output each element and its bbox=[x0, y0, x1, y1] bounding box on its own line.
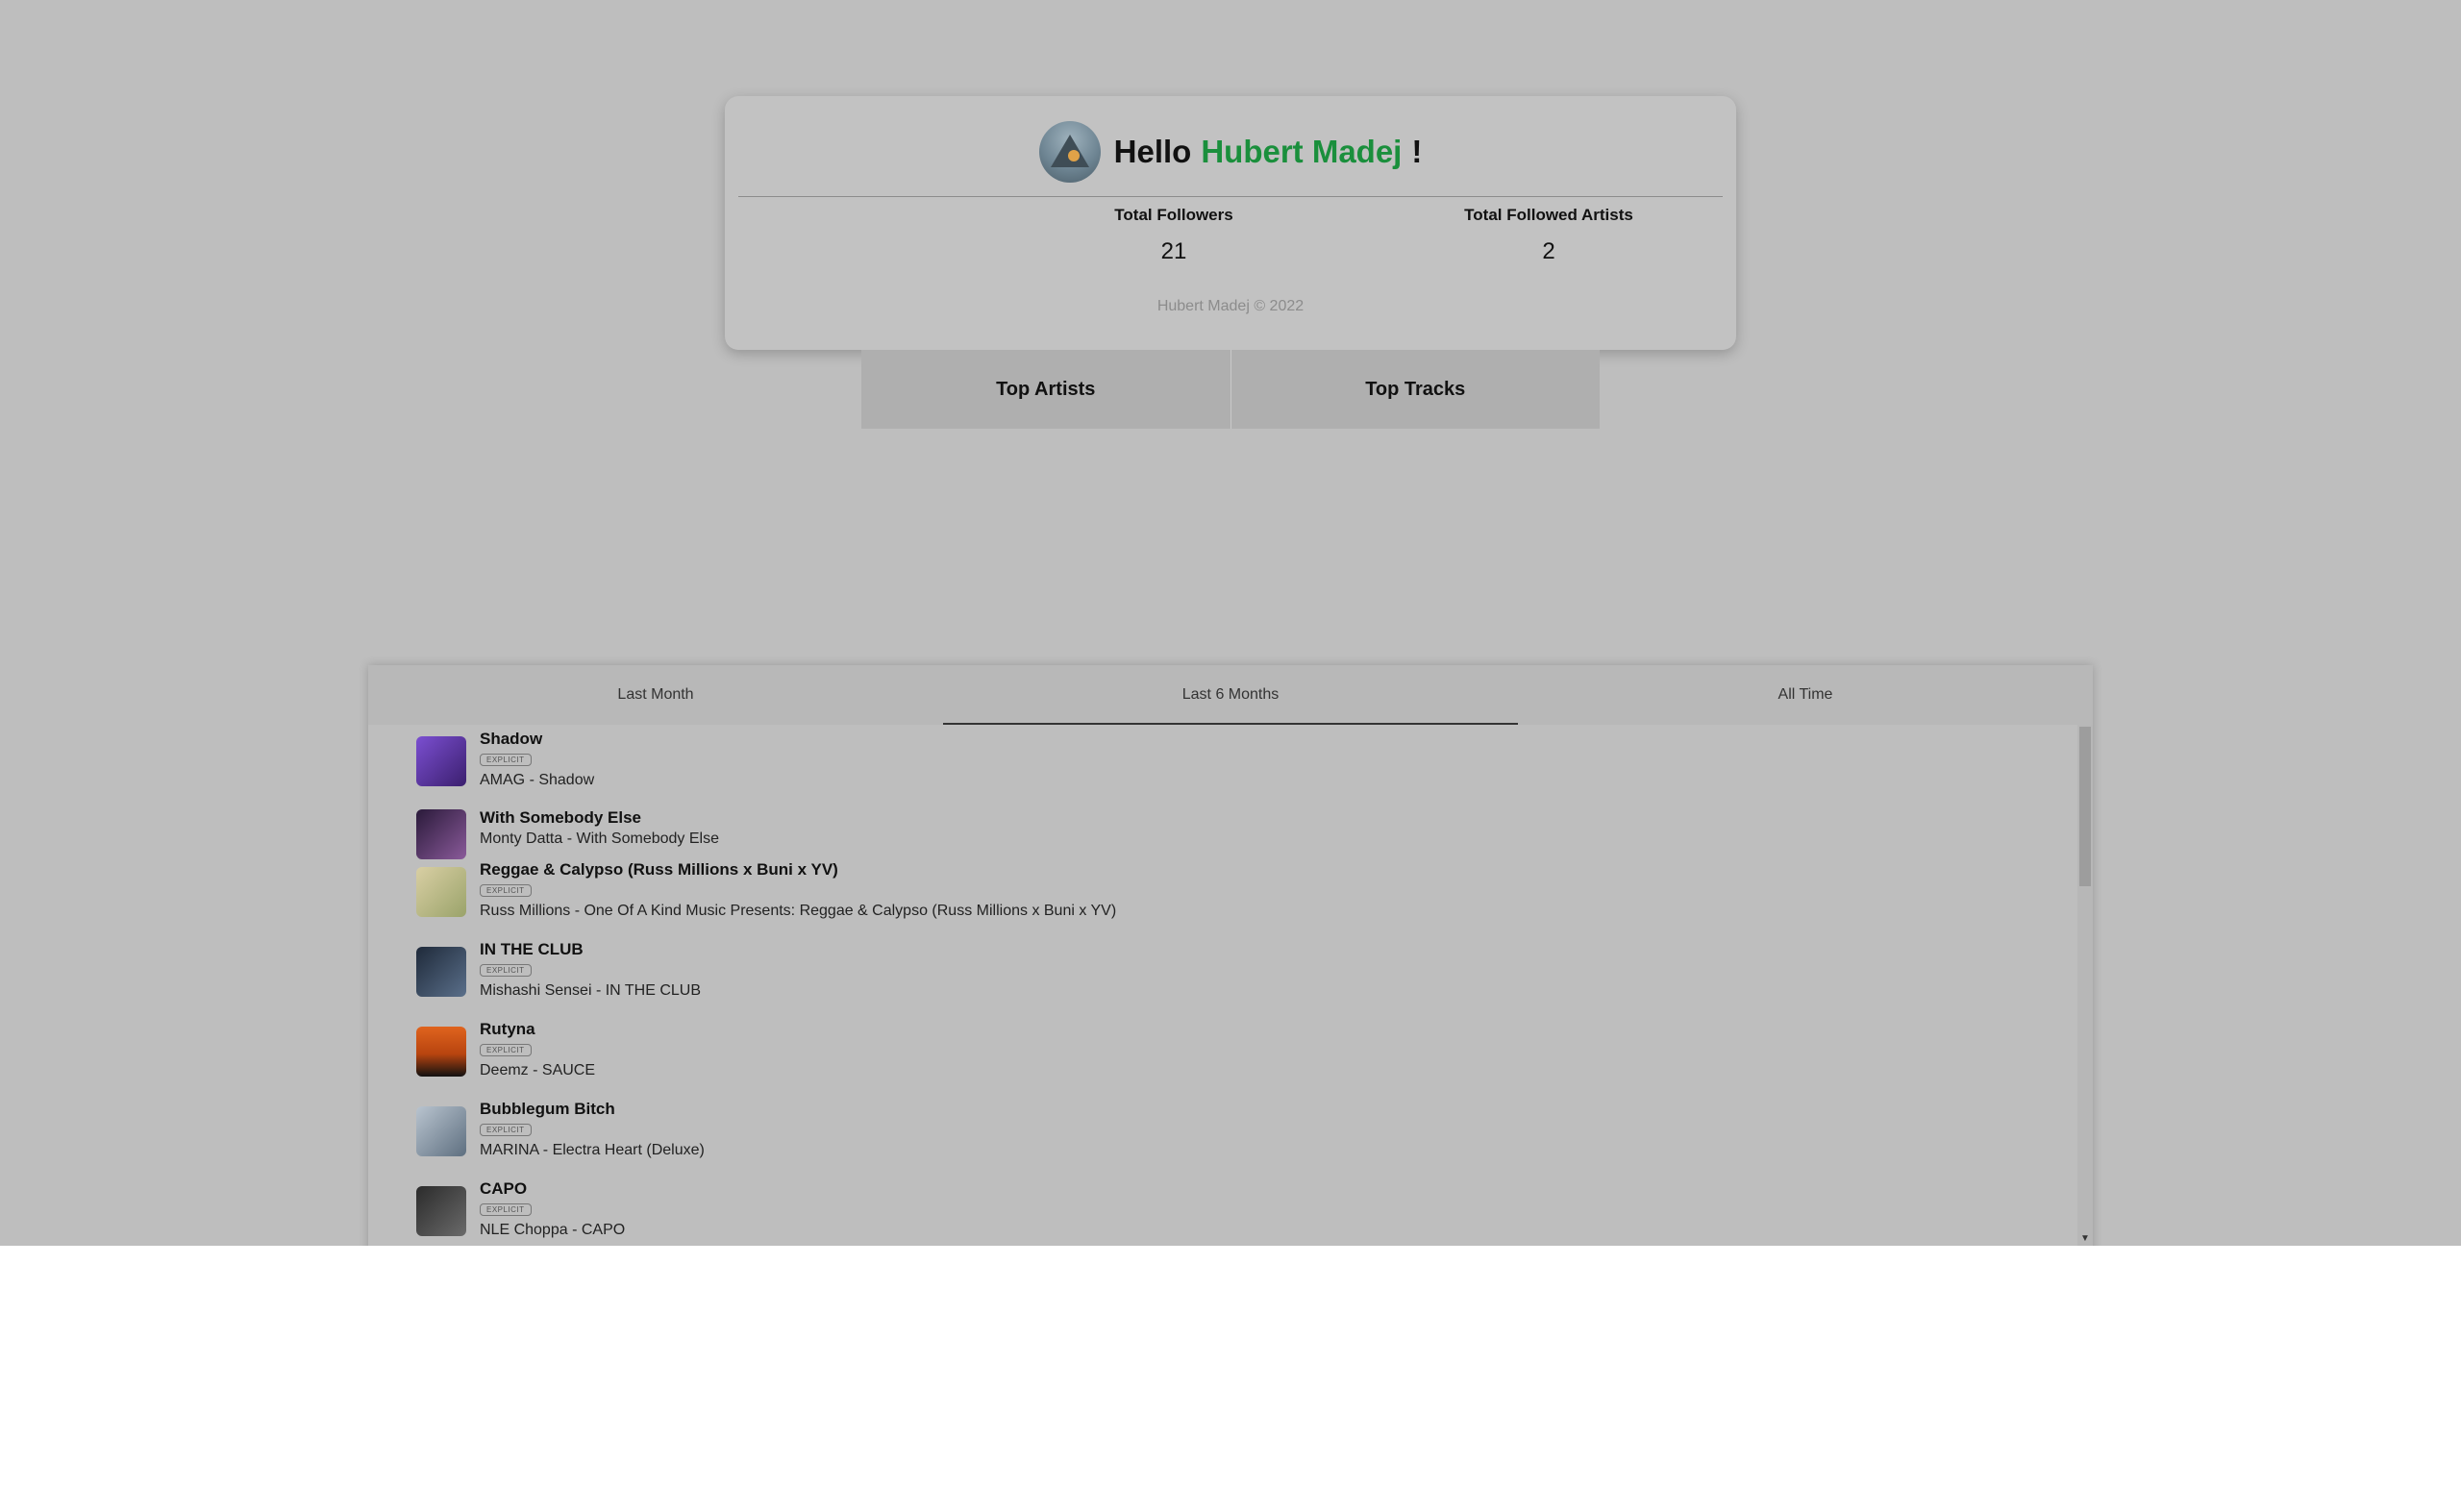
stat-value: 2 bbox=[1542, 238, 1555, 264]
track-subtitle: Deemz - SAUCE bbox=[480, 1062, 596, 1078]
list-item[interactable]: Bubblegum Bitch EXPLICIT MARINA - Electr… bbox=[368, 1095, 2077, 1175]
track-title: Reggae & Calypso (Russ Millions x Buni x… bbox=[480, 860, 838, 879]
greeting-exclaim: ! bbox=[1411, 134, 1423, 169]
explicit-badge: EXPLICIT bbox=[480, 964, 532, 977]
track-title: IN THE CLUB bbox=[480, 940, 584, 958]
track-subtitle: MARINA - Electra Heart (Deluxe) bbox=[480, 1142, 705, 1158]
explicit-badge: EXPLICIT bbox=[480, 1124, 532, 1136]
greeting-row: Hello Hubert Madej ! bbox=[725, 121, 1736, 183]
album-cover bbox=[416, 1186, 466, 1236]
explicit-badge: EXPLICIT bbox=[480, 1203, 532, 1216]
track-list-scrollbar[interactable]: ▼ bbox=[2077, 725, 2093, 1246]
album-cover bbox=[416, 1106, 466, 1156]
list-item[interactable]: CAPO EXPLICIT NLE Choppa - CAPO bbox=[368, 1175, 2077, 1246]
page-overlay: Hello Hubert Madej ! Total Followers 21 … bbox=[0, 0, 2461, 1246]
scroll-down-icon[interactable]: ▼ bbox=[2077, 1234, 2093, 1244]
track-subtitle: AMAG - Shadow bbox=[480, 772, 595, 788]
tab-all-time[interactable]: All Time bbox=[1518, 665, 2093, 725]
list-item[interactable]: With Somebody Else Monty Datta - With So… bbox=[368, 804, 2077, 859]
track-title: Bubblegum Bitch bbox=[480, 1100, 615, 1118]
album-cover bbox=[416, 736, 466, 786]
time-range-tabs: Last Month Last 6 Months All Time bbox=[368, 665, 2093, 725]
explicit-badge: EXPLICIT bbox=[480, 884, 532, 897]
greeting-word: Hello bbox=[1113, 134, 1192, 169]
album-cover bbox=[416, 1027, 466, 1077]
top-tracks-button[interactable]: Top Tracks bbox=[1230, 350, 1600, 429]
avatar bbox=[1038, 121, 1101, 183]
view-toggle: Top Artists Top Tracks bbox=[861, 350, 1600, 429]
tab-last-month[interactable]: Last Month bbox=[368, 665, 943, 725]
card-divider bbox=[738, 196, 1723, 197]
explicit-badge: EXPLICIT bbox=[480, 1044, 532, 1056]
user-name: Hubert Madej bbox=[1201, 134, 1403, 169]
stat-label: Total Followed Artists bbox=[1464, 206, 1633, 224]
stat-followers: Total Followers 21 bbox=[1030, 206, 1318, 265]
stat-followed-artists: Total Followed Artists 2 bbox=[1405, 206, 1693, 265]
track-title: Shadow bbox=[480, 730, 543, 748]
track-subtitle: Monty Datta - With Somebody Else bbox=[480, 830, 719, 847]
list-item[interactable]: Rutyna EXPLICIT Deemz - SAUCE bbox=[368, 1015, 2077, 1095]
album-cover bbox=[416, 947, 466, 997]
tracks-panel: Last Month Last 6 Months All Time Shadow… bbox=[368, 665, 2093, 1246]
track-subtitle: NLE Choppa - CAPO bbox=[480, 1222, 626, 1238]
track-subtitle: Mishashi Sensei - IN THE CLUB bbox=[480, 982, 701, 999]
profile-card: Hello Hubert Madej ! Total Followers 21 … bbox=[725, 96, 1736, 350]
track-list: Shadow EXPLICIT AMAG - Shadow With Someb… bbox=[368, 725, 2077, 1246]
track-title: Rutyna bbox=[480, 1020, 535, 1038]
copyright: Hubert Madej © 2022 bbox=[1156, 298, 1305, 314]
stat-label: Total Followers bbox=[1114, 206, 1233, 224]
top-artists-button[interactable]: Top Artists bbox=[861, 350, 1230, 429]
explicit-badge: EXPLICIT bbox=[480, 754, 532, 766]
greeting-text: Hello Hubert Madej ! bbox=[1114, 134, 1423, 170]
track-subtitle: Russ Millions - One Of A Kind Music Pres… bbox=[480, 903, 1117, 919]
track-title: With Somebody Else bbox=[480, 808, 641, 827]
list-item[interactable]: Reggae & Calypso (Russ Millions x Buni x… bbox=[368, 855, 2077, 935]
album-cover bbox=[416, 809, 466, 859]
list-item[interactable]: IN THE CLUB EXPLICIT Mishashi Sensei - I… bbox=[368, 935, 2077, 1015]
tab-last-6-months[interactable]: Last 6 Months bbox=[943, 665, 1518, 725]
album-cover bbox=[416, 867, 466, 917]
track-title: CAPO bbox=[480, 1179, 528, 1198]
scrollbar-thumb[interactable] bbox=[2079, 727, 2091, 886]
list-item[interactable]: Shadow EXPLICIT AMAG - Shadow bbox=[368, 725, 2077, 804]
stat-value: 21 bbox=[1160, 238, 1187, 264]
